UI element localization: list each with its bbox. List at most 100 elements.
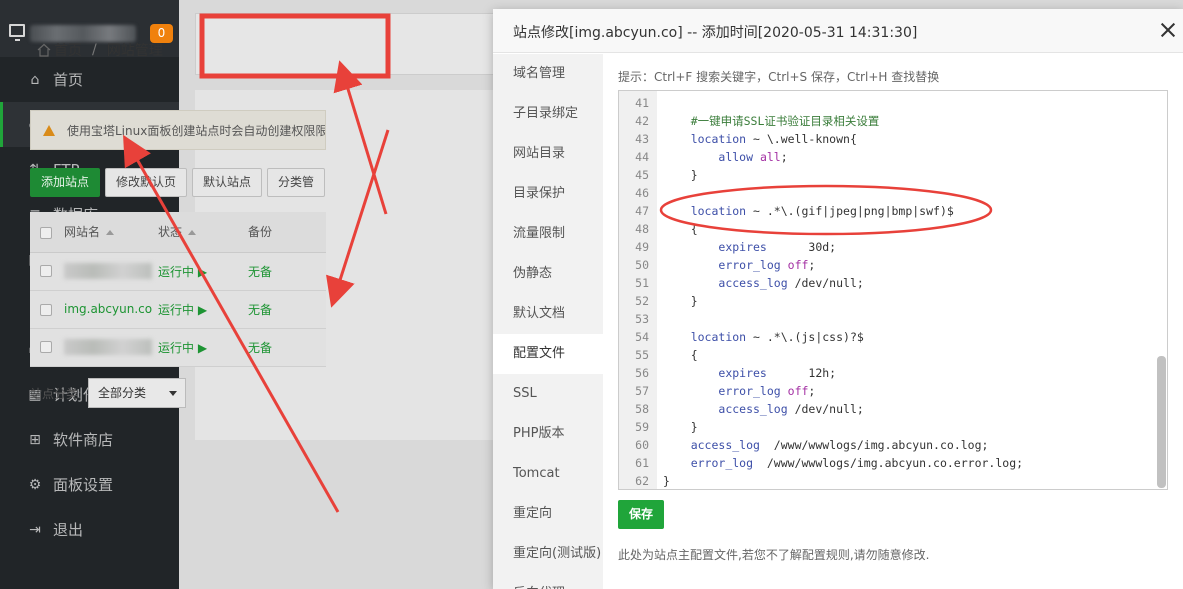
code-text: access_log /www/wwwlogs/img.abcyun.co.lo…	[690, 438, 989, 452]
code-line[interactable]: 52 }	[619, 292, 1149, 310]
code-text: expires 12h;	[718, 366, 837, 380]
code-line[interactable]: 45 }	[619, 166, 1149, 184]
code-line[interactable]: 54 location ~ .*\.(js|css)?$	[619, 328, 1149, 346]
sidebar-item[interactable]: ⚙ 面板设置	[0, 462, 179, 507]
select-all-checkbox[interactable]	[40, 226, 52, 239]
home-icon	[37, 43, 51, 57]
home-icon: ⌂	[30, 71, 40, 88]
code-text: {	[663, 222, 698, 236]
code-line[interactable]: 61 error_log /www/wwwlogs/img.abcyun.co.…	[619, 454, 1149, 472]
code-line[interactable]: 50 error_log off;	[619, 256, 1149, 274]
code-text: access_log /dev/null;	[718, 276, 864, 290]
code-line[interactable]: 62}	[619, 472, 1149, 489]
code-text: error_log off;	[718, 258, 816, 272]
code-line[interactable]: 46	[619, 184, 1149, 202]
site-table: 网站名 状态 备份 运行中 ▶ 无备 img.abcyun.co 运行中 ▶ 无备 运行中…	[30, 212, 326, 367]
close-icon[interactable]	[1159, 21, 1177, 39]
line-number: 44	[635, 150, 649, 164]
code-line[interactable]: 55 {	[619, 346, 1149, 364]
code-text: error_log off;	[718, 384, 816, 398]
modal-tab[interactable]: 默认文档	[493, 294, 603, 334]
default-site-button[interactable]: 默认站点	[192, 168, 263, 197]
modal-tab[interactable]: 重定向(测试版)	[493, 534, 603, 574]
sort-icon[interactable]	[106, 230, 115, 236]
edit-default-page-button[interactable]: 修改默认页	[105, 168, 188, 197]
code-text: }	[663, 168, 698, 182]
backup-link[interactable]: 无备	[248, 303, 272, 317]
code-text: }	[663, 474, 670, 488]
breadcrumb-home[interactable]: 首页	[54, 40, 82, 60]
editor-hint: 提示：Ctrl+F 搜索关键字，Ctrl+S 保存，Ctrl+H 查找替换	[618, 70, 940, 84]
modal-tab[interactable]: 网站目录	[493, 134, 603, 174]
status-badge[interactable]: 运行中 ▶	[158, 303, 207, 317]
modal-tab[interactable]: Tomcat	[493, 454, 603, 494]
status-badge[interactable]: 运行中 ▶	[158, 341, 207, 355]
code-line[interactable]: 51 access_log /dev/null;	[619, 274, 1149, 292]
modal-tab[interactable]: 流量限制	[493, 214, 603, 254]
modal-tab[interactable]: 子目录绑定	[493, 94, 603, 134]
modal-tab[interactable]: 目录保护	[493, 174, 603, 214]
sidebar-item-label: 面板设置	[53, 476, 114, 494]
backup-link[interactable]: 无备	[248, 265, 272, 279]
code-line[interactable]: 59 }	[619, 418, 1149, 436]
code-line[interactable]: 57 error_log off;	[619, 382, 1149, 400]
modal-tab[interactable]: 反向代理	[493, 574, 603, 589]
code-line[interactable]: 47 location ~ .*\.(gif|jpeg|png|bmp|swf)…	[619, 202, 1149, 220]
category-select[interactable]: 全部分类	[88, 378, 187, 408]
table-row[interactable]: 运行中 ▶ 无备	[30, 252, 326, 291]
site-name-redacted[interactable]	[64, 263, 152, 279]
backup-link[interactable]: 无备	[248, 341, 272, 355]
config-editor[interactable]: 41 42 #一键申请SSL证书验证目录相关设置 43 location ~ \.w…	[618, 90, 1168, 490]
sidebar-item[interactable]: ⊞ 软件商店	[0, 417, 179, 462]
sidebar-item[interactable]: ⇥ 退出	[0, 507, 179, 552]
code-text: #一键申请SSL证书验证目录相关设置	[663, 114, 880, 128]
code-line[interactable]: 56 expires 12h;	[619, 364, 1149, 382]
code-text: access_log /dev/null;	[718, 402, 864, 416]
site-toolbar: 添加站点 修改默认页 默认站点 分类管	[30, 168, 326, 197]
code-line[interactable]: 41	[619, 94, 1149, 112]
line-number: 46	[635, 186, 649, 200]
modal-tab[interactable]: 重定向	[493, 494, 603, 534]
site-name-link[interactable]: img.abcyun.co	[64, 302, 152, 316]
line-number: 53	[635, 312, 649, 326]
column-name-header[interactable]: 网站名	[64, 225, 100, 239]
table-row[interactable]: 运行中 ▶ 无备	[30, 328, 326, 367]
code-line[interactable]: 43 location ~ \.well-known{	[619, 130, 1149, 148]
code-line[interactable]: 60 access_log /www/wwwlogs/img.abcyun.co…	[619, 436, 1149, 454]
modal-tab[interactable]: PHP版本	[493, 414, 603, 454]
column-status-header[interactable]: 状态	[158, 225, 182, 239]
code-line[interactable]: 44 allow all;	[619, 148, 1149, 166]
modal-tab[interactable]: 伪静态	[493, 254, 603, 294]
modal-tab[interactable]: SSL	[493, 374, 603, 414]
config-footnote: 此处为站点主配置文件,若您不了解配置规则,请勿随意修改.	[618, 548, 930, 562]
code-line[interactable]: 58 access_log /dev/null;	[619, 400, 1149, 418]
category-manage-button[interactable]: 分类管	[267, 168, 326, 197]
status-badge[interactable]: 运行中 ▶	[158, 265, 207, 279]
code-line[interactable]: 42 #一键申请SSL证书验证目录相关设置	[619, 112, 1149, 130]
code-line[interactable]: 48 {	[619, 220, 1149, 238]
modal-tab[interactable]: 配置文件	[493, 334, 603, 374]
site-name-redacted[interactable]	[64, 339, 152, 355]
category-label: 站点分类:	[30, 386, 83, 401]
line-number: 54	[635, 330, 649, 344]
breadcrumb-bar	[195, 13, 495, 75]
row-checkbox[interactable]	[40, 341, 52, 353]
table-row[interactable]: img.abcyun.co 运行中 ▶ 无备	[30, 290, 326, 329]
code-line[interactable]: 53	[619, 310, 1149, 328]
sort-icon[interactable]	[188, 230, 197, 236]
code-text: {	[663, 348, 698, 362]
sidebar-item[interactable]: ⌂ 首页	[0, 57, 179, 102]
add-site-button[interactable]: 添加站点	[30, 168, 101, 197]
breadcrumb-current: 网站管理	[106, 43, 163, 59]
save-button[interactable]: 保存	[618, 500, 664, 529]
line-number: 57	[635, 384, 649, 398]
line-number: 52	[635, 294, 649, 308]
row-checkbox[interactable]	[40, 303, 52, 316]
code-text: }	[663, 420, 698, 434]
code-line[interactable]: 49 expires 30d;	[619, 238, 1149, 256]
row-checkbox[interactable]	[40, 265, 52, 277]
line-number: 61	[635, 456, 649, 470]
logout-icon: ⇥	[29, 521, 41, 538]
editor-scrollbar[interactable]	[1157, 356, 1166, 488]
modal-tab[interactable]: 域名管理	[493, 54, 603, 94]
